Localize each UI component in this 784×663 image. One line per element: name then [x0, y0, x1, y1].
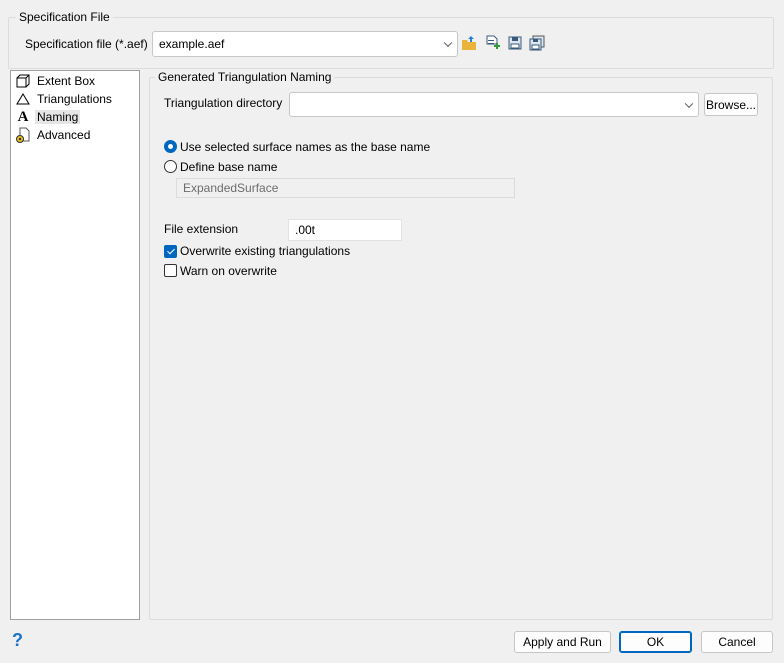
- file-extension-input[interactable]: .00t: [288, 219, 402, 241]
- nav-item-label: Advanced: [37, 128, 91, 142]
- radio-use-surface-names-label[interactable]: Use selected surface names as the base n…: [180, 140, 430, 154]
- spec-file-combo[interactable]: example.aef: [152, 31, 458, 57]
- browse-button[interactable]: Browse...: [704, 93, 758, 116]
- file-extension-label: File extension: [164, 222, 239, 236]
- triangulation-directory-label: Triangulation directory: [164, 96, 283, 110]
- help-icon[interactable]: ?: [12, 630, 23, 651]
- spec-file-label: Specification file (*.aef): [25, 37, 148, 51]
- base-name-value: ExpandedSurface: [183, 181, 279, 195]
- open-folder-icon[interactable]: [461, 35, 477, 51]
- radio-define-base-name[interactable]: [164, 160, 177, 173]
- warn-overwrite-checkbox[interactable]: [164, 264, 177, 277]
- nav-item-naming[interactable]: A Naming: [15, 108, 81, 126]
- save-icon[interactable]: [507, 35, 523, 51]
- nav-item-label: Naming: [35, 110, 81, 124]
- base-name-input: ExpandedSurface: [176, 178, 515, 198]
- radio-define-base-name-label[interactable]: Define base name: [180, 160, 277, 174]
- radio-use-surface-names[interactable]: [164, 140, 177, 153]
- chevron-down-icon: [443, 38, 453, 48]
- settings-doc-icon: [15, 127, 31, 143]
- naming-group: [149, 77, 773, 620]
- spec-file-group-title: Specification File: [16, 10, 113, 24]
- spec-file-value: example.aef: [159, 37, 225, 51]
- triangle-icon: [15, 91, 31, 107]
- warn-overwrite-label[interactable]: Warn on overwrite: [180, 264, 277, 278]
- font-a-icon: A: [17, 108, 29, 125]
- naming-group-title: Generated Triangulation Naming: [155, 70, 335, 84]
- nav-item-label: Triangulations: [37, 92, 112, 106]
- ok-button[interactable]: OK: [619, 631, 692, 653]
- nav-item-label: Extent Box: [37, 74, 96, 88]
- overwrite-checkbox[interactable]: [164, 245, 177, 258]
- file-extension-value: .00t: [295, 223, 316, 237]
- nav-item-advanced[interactable]: Advanced: [15, 126, 90, 144]
- cancel-button[interactable]: Cancel: [701, 631, 773, 653]
- triangulation-directory-combo[interactable]: [289, 92, 699, 117]
- save-as-icon[interactable]: [529, 35, 545, 51]
- overwrite-label[interactable]: Overwrite existing triangulations: [180, 244, 350, 258]
- chevron-down-icon: [684, 99, 694, 108]
- nav-item-extent-box[interactable]: Extent Box: [15, 72, 95, 90]
- new-file-icon[interactable]: [485, 35, 501, 51]
- apply-and-run-button[interactable]: Apply and Run: [514, 631, 611, 653]
- nav-list: Extent Box Triangulations A Naming Advanc…: [10, 70, 140, 620]
- cube-icon: [15, 73, 31, 89]
- nav-item-triangulations[interactable]: Triangulations: [15, 90, 112, 108]
